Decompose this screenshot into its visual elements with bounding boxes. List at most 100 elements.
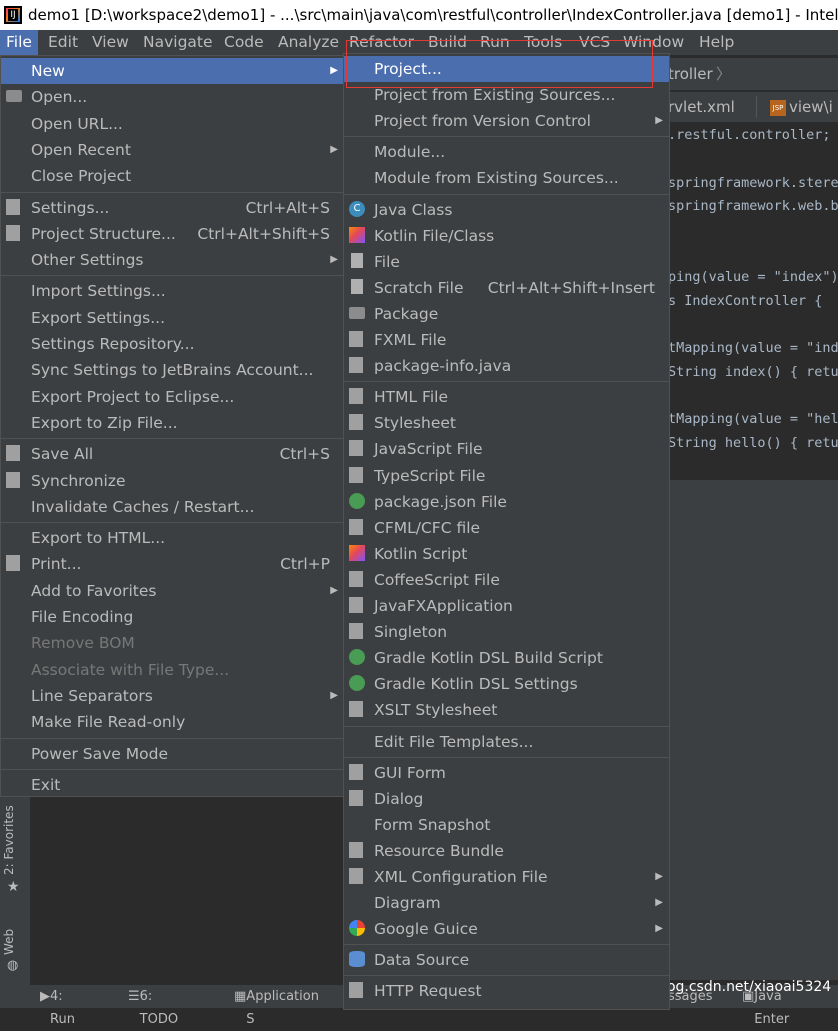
file-item-print[interactable]: Print... Ctrl+P <box>1 551 344 577</box>
new-item-edit-file-templates[interactable]: Edit File Templates... <box>344 729 669 755</box>
menu-item-label: Project from Version Control <box>374 112 591 131</box>
new-item-xslt-stylesheet[interactable]: XSLT Stylesheet <box>344 697 669 723</box>
menu-item-label: HTML File <box>374 388 448 407</box>
file-item-make-file-read-only[interactable]: Make File Read-only <box>1 709 344 735</box>
new-item-java-class[interactable]: C Java Class <box>344 197 669 223</box>
application-servers-tab[interactable]: ▦ Application S <box>234 985 319 1027</box>
menu-separator <box>1 275 344 277</box>
new-item-diagram[interactable]: Diagram ▶ <box>344 890 669 916</box>
code-line: ping(value = "index") <box>668 269 838 285</box>
new-item-singleton[interactable]: Singleton <box>344 619 669 645</box>
menu-item-label: Print... <box>31 555 82 574</box>
new-item-javascript-file[interactable]: JavaScript File <box>344 436 669 462</box>
menu-analyze[interactable]: Analyze <box>272 30 345 55</box>
file-item-export-to-html[interactable]: Export to HTML... <box>1 525 344 551</box>
new-item-package-info-java[interactable]: package-info.java <box>344 353 669 379</box>
new-item-module[interactable]: Module... <box>344 139 669 165</box>
submenu-arrow-icon: ▶ <box>330 65 338 76</box>
breadcrumb[interactable]: troller 〉 <box>668 58 838 90</box>
file-item-sync-settings-to-jetbrains-account[interactable]: Sync Settings to JetBrains Account... <box>1 357 344 383</box>
menu-view[interactable]: View <box>86 30 135 55</box>
file-item-open[interactable]: Open... <box>1 84 344 110</box>
web-tool-tab[interactable]: Web <box>2 929 16 955</box>
new-item-coffeescript-file[interactable]: CoffeeScript File <box>344 567 669 593</box>
new-item-gradle-kotlin-dsl-settings[interactable]: Gradle Kotlin DSL Settings <box>344 671 669 697</box>
menu-separator <box>344 136 669 138</box>
menu-separator <box>344 944 669 946</box>
new-item-module-from-existing-sources[interactable]: Module from Existing Sources... <box>344 165 669 191</box>
breadcrumb-item[interactable]: troller <box>668 58 713 90</box>
file-item-synchronize[interactable]: Synchronize <box>1 468 344 494</box>
java-class-icon: C <box>349 200 366 218</box>
file-item-save-all[interactable]: Save All Ctrl+S <box>1 441 344 467</box>
new-item-typescript-file[interactable]: TypeScript File <box>344 463 669 489</box>
new-item-kotlin-script[interactable]: Kotlin Script <box>344 541 669 567</box>
menu-file[interactable]: File <box>0 30 38 55</box>
file-item-export-to-zip-file[interactable]: Export to Zip File... <box>1 410 344 436</box>
save-icon <box>6 445 23 462</box>
menu-edit[interactable]: Edit <box>42 30 84 55</box>
new-item-resource-bundle[interactable]: Resource Bundle <box>344 838 669 864</box>
new-item-package[interactable]: Package <box>344 301 669 327</box>
tab-view-jsp[interactable]: JSP view\i <box>770 92 833 122</box>
new-item-google-guice[interactable]: Google Guice ▶ <box>344 916 669 942</box>
file-item-power-save-mode[interactable]: Power Save Mode <box>1 741 344 767</box>
menu-item-label: Sync Settings to JetBrains Account... <box>31 361 314 380</box>
file-item-settings[interactable]: Settings... Ctrl+Alt+S <box>1 195 344 221</box>
new-item-javafxapplication[interactable]: JavaFXApplication <box>344 593 669 619</box>
menu-navigate[interactable]: Navigate <box>137 30 219 55</box>
favorites-tool-tab[interactable]: 2: Favorites <box>2 805 16 875</box>
menu-item-label: package-info.java <box>374 357 512 376</box>
file-item-other-settings[interactable]: Other Settings ▶ <box>1 247 344 273</box>
file-item-add-to-favorites[interactable]: Add to Favorites ▶ <box>1 578 344 604</box>
new-item-fxml-file[interactable]: FXML File <box>344 327 669 353</box>
menu-item-label: Module from Existing Sources... <box>374 169 619 188</box>
menu-item-label: Scratch File <box>374 278 464 297</box>
file-item-new[interactable]: New ▶ <box>1 58 344 84</box>
run-tool-tab[interactable]: ▶ 4: Run <box>40 985 75 1027</box>
new-item-project-from-version-control[interactable]: Project from Version Control ▶ <box>344 108 669 134</box>
new-item-gui-form[interactable]: GUI Form <box>344 760 669 786</box>
submenu-arrow-icon: ▶ <box>655 897 663 909</box>
package-icon <box>349 305 366 322</box>
menu-item-label: Export Settings... <box>31 308 166 327</box>
new-submenu: Project... Project from Existing Sources.… <box>343 53 670 1010</box>
new-item-file[interactable]: File <box>344 249 669 275</box>
menu-item-label: XSLT Stylesheet <box>374 701 498 720</box>
submenu-arrow-icon: ▶ <box>330 254 338 266</box>
menu-help[interactable]: Help <box>693 30 740 55</box>
file-item-exit[interactable]: Exit <box>1 772 344 798</box>
new-item-xml-configuration-file[interactable]: XML Configuration File ▶ <box>344 864 669 890</box>
file-item-open-recent[interactable]: Open Recent ▶ <box>1 137 344 163</box>
tab-servlet-xml[interactable]: rvlet.xml <box>668 92 735 122</box>
new-item-gradle-kotlin-dsl-build-script[interactable]: Gradle Kotlin DSL Build Script <box>344 645 669 671</box>
new-item-kotlin-file-class[interactable]: Kotlin File/Class <box>344 223 669 249</box>
file-item-export-project-to-eclipse[interactable]: Export Project to Eclipse... <box>1 384 344 410</box>
new-item-scratch-file[interactable]: Scratch File Ctrl+Alt+Shift+Insert <box>344 275 669 301</box>
menu-item-label: Settings Repository... <box>31 335 195 353</box>
menu-separator <box>344 193 669 195</box>
file-item-settings-repository[interactable]: Settings Repository... <box>1 331 344 357</box>
file-item-export-settings[interactable]: Export Settings... <box>1 305 344 331</box>
new-item-html-file[interactable]: HTML File <box>344 384 669 410</box>
menu-separator <box>1 768 344 770</box>
file-item-file-encoding[interactable]: File Encoding <box>1 604 344 630</box>
new-item-cfml-cfc-file[interactable]: CFML/CFC file <box>344 515 669 541</box>
new-item-form-snapshot[interactable]: Form Snapshot <box>344 812 669 838</box>
new-item-http-request[interactable]: HTTP Request <box>344 978 669 1004</box>
file-item-open-url[interactable]: Open URL... <box>1 111 344 137</box>
menu-item-label: Java Class <box>374 200 453 219</box>
new-item-package-json-file[interactable]: package.json File <box>344 489 669 515</box>
file-item-line-separators[interactable]: Line Separators ▶ <box>1 683 344 709</box>
todo-tool-tab[interactable]: ☰ 6: TODO <box>128 985 178 1027</box>
file-item-import-settings[interactable]: Import Settings... <box>1 278 344 304</box>
new-item-stylesheet[interactable]: Stylesheet <box>344 410 669 436</box>
file-item-project-structure[interactable]: Project Structure... Ctrl+Alt+Shift+S <box>1 221 344 247</box>
new-item-data-source[interactable]: Data Source <box>344 947 669 973</box>
file-item-invalidate-caches-restart[interactable]: Invalidate Caches / Restart... <box>1 494 344 520</box>
file-item-close-project[interactable]: Close Project <box>1 163 344 189</box>
kotlin-icon <box>349 226 366 244</box>
new-item-dialog[interactable]: Dialog <box>344 786 669 812</box>
menu-code[interactable]: Code <box>218 30 270 55</box>
menu-separator <box>1 438 344 440</box>
